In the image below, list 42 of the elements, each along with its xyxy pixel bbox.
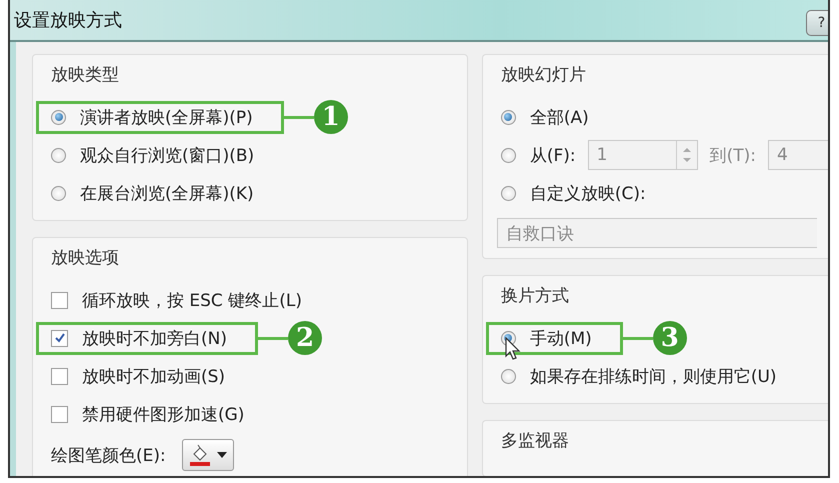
radio-button[interactable]	[500, 186, 516, 200]
step-badge: 3	[652, 321, 687, 355]
group-title: 放映幻灯片	[500, 64, 587, 86]
help-button[interactable]: ?	[806, 10, 828, 36]
radio-button[interactable]	[51, 186, 66, 200]
window-title: 设置放映方式	[13, 9, 122, 32]
radio-button[interactable]	[500, 110, 516, 124]
radio-button[interactable]	[51, 110, 66, 124]
option-label: 循环放映，按 ESC 键终止(L)	[82, 290, 302, 312]
group-title: 多监视器	[500, 430, 570, 452]
dropdown-field[interactable]: 自救口诀	[496, 218, 817, 248]
option-label: 禁用硬件图形加速(G)	[82, 404, 244, 426]
step-badge: 1	[314, 100, 348, 134]
option-label: 自定义放映(C):	[530, 182, 646, 204]
caret-icon	[216, 452, 227, 458]
checkbox[interactable]	[51, 368, 68, 384]
radio-button[interactable]	[51, 148, 66, 162]
option-label: 如果存在排练时间，则使用它(U)	[530, 366, 777, 388]
step-badge: 2	[288, 321, 322, 355]
paint-bucket-icon	[188, 444, 211, 466]
field-label: 绘图笔颜色(E):	[51, 444, 166, 466]
group-title: 放映选项	[51, 247, 120, 269]
option-label: 全部(A)	[530, 106, 589, 128]
radio-button[interactable]	[500, 148, 516, 162]
checkbox[interactable]	[51, 330, 68, 346]
option-label: 手动(M)	[530, 328, 592, 350]
pen-color-button[interactable]	[182, 439, 234, 471]
option-label: 放映时不加旁白(N)	[82, 328, 227, 350]
group-title: 放映类型	[51, 64, 120, 86]
option-label: 在展台浏览(全屏幕)(K)	[80, 182, 254, 204]
group-title: 换片方式	[500, 285, 570, 307]
option-label: 放映时不加动画(S)	[82, 366, 226, 388]
option-label: 从(F):	[530, 144, 576, 166]
option-label: 演讲者放映(全屏幕)(P)	[80, 106, 253, 128]
number-field[interactable]: 4	[768, 140, 828, 170]
option-label: 观众自行浏览(窗口)(B)	[80, 144, 254, 166]
checkbox[interactable]	[51, 292, 68, 308]
spin-field[interactable]: 1	[588, 140, 698, 170]
field-label: 到(T):	[710, 144, 756, 166]
checkbox[interactable]	[51, 406, 68, 422]
checkmark-icon	[54, 332, 66, 344]
radio-button[interactable]	[500, 368, 516, 384]
